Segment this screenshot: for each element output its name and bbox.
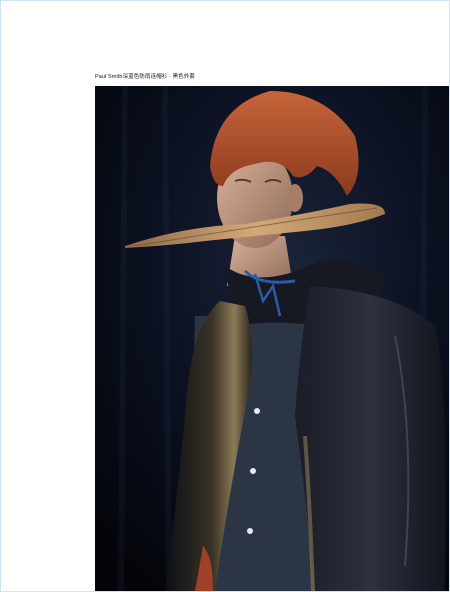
photo-caption: Paul Smith深蓝色防雨连帽衫 · 黑色外套	[95, 74, 195, 80]
fashion-portrait-photo	[95, 86, 449, 591]
coat-right-panel	[295, 286, 446, 591]
portrait-illustration	[95, 86, 449, 591]
